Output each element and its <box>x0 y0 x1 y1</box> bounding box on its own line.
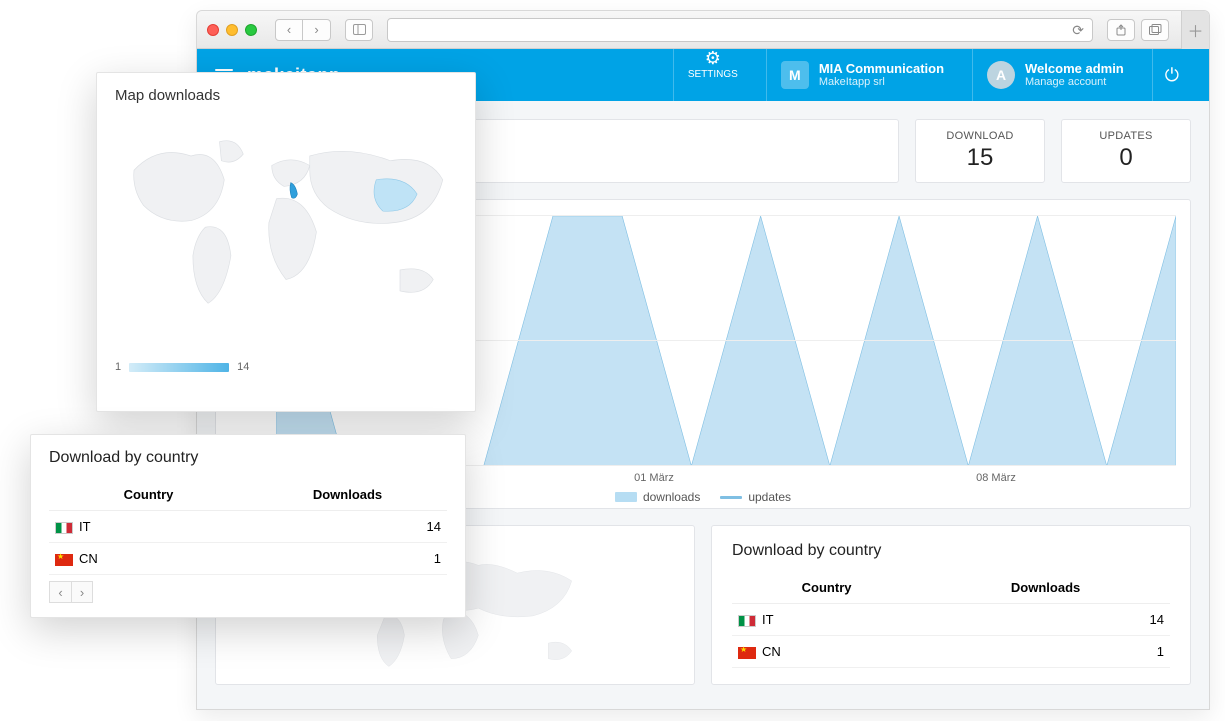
legend-downloads: downloads <box>615 490 700 504</box>
download-by-country-panel: Download by country Country Downloads IT… <box>30 434 466 618</box>
share-button[interactable] <box>1107 19 1135 41</box>
org-subtitle: MakeItapp srl <box>819 76 944 89</box>
country-cell: CN <box>49 543 248 575</box>
settings-button[interactable]: ⚙ SETTINGS <box>673 49 752 101</box>
panel-icon <box>353 24 366 35</box>
scale-min: 1 <box>115 361 121 373</box>
org-switcher[interactable]: M MIA Communication MakeItapp srl <box>766 49 958 101</box>
col-downloads: Downloads <box>248 479 447 511</box>
browser-toolbar: ‹ › ⟳ ＋ <box>197 11 1209 49</box>
country-it[interactable] <box>290 183 297 199</box>
col-downloads: Downloads <box>921 572 1170 604</box>
legend-updates: updates <box>720 490 791 504</box>
table-row: IT14 <box>732 604 1170 636</box>
country-downloads-table: Country Downloads IT14CN1 <box>49 479 447 575</box>
country-cell: CN <box>732 636 921 668</box>
table-row: CN1 <box>49 543 447 575</box>
country-cell: IT <box>49 511 248 543</box>
maximize-window-button[interactable] <box>245 24 257 36</box>
map-scale: 1 14 <box>115 361 457 373</box>
settings-label: SETTINGS <box>688 69 738 80</box>
panel-title: Download by country <box>49 449 447 467</box>
world-map[interactable] <box>115 112 457 352</box>
updates-stat: UPDATES 0 <box>1061 119 1191 183</box>
download-stat-label: DOWNLOAD <box>934 130 1026 142</box>
flag-icon <box>55 522 73 534</box>
flag-icon <box>738 615 756 627</box>
tabs-icon <box>1149 24 1162 35</box>
col-country: Country <box>49 479 248 511</box>
table-row: IT14 <box>49 511 447 543</box>
x-tick-2: 08 März <box>976 472 1016 484</box>
minimize-window-button[interactable] <box>226 24 238 36</box>
downloads-cell: 1 <box>921 636 1170 668</box>
legend-swatch-icon <box>720 496 742 499</box>
download-stat-value: 15 <box>934 144 1026 172</box>
card-title: Download by country <box>732 542 1170 560</box>
address-bar[interactable]: ⟳ <box>387 18 1093 42</box>
account-menu[interactable]: A Welcome admin Manage account <box>972 49 1138 101</box>
downloads-cell: 14 <box>248 511 447 543</box>
scale-max: 14 <box>237 361 249 373</box>
table-pager: ‹ › <box>49 581 447 603</box>
tabs-button[interactable] <box>1141 19 1169 41</box>
downloads-cell: 1 <box>248 543 447 575</box>
org-avatar: M <box>781 61 809 89</box>
forward-button[interactable]: › <box>303 19 331 41</box>
pager-next-button[interactable]: › <box>71 581 93 603</box>
nav-back-forward: ‹ › <box>275 19 331 41</box>
map-downloads-panel: Map downloads 1 14 <box>96 72 476 412</box>
logout-button[interactable]: ⏻ <box>1165 65 1179 86</box>
pager-prev-button[interactable]: ‹ <box>49 581 71 603</box>
country-cell: IT <box>732 604 921 636</box>
scale-bar <box>129 363 229 372</box>
x-tick-1: 01 März <box>634 472 674 484</box>
back-button[interactable]: ‹ <box>275 19 303 41</box>
manage-account-link: Manage account <box>1025 76 1124 89</box>
col-country: Country <box>732 572 921 604</box>
close-window-button[interactable] <box>207 24 219 36</box>
updates-stat-value: 0 <box>1080 144 1172 172</box>
download-by-country-card: Download by country Country Downloads IT… <box>711 525 1191 685</box>
panel-title: Map downloads <box>115 87 457 104</box>
legend-swatch-icon <box>615 492 637 502</box>
window-controls <box>207 24 257 36</box>
table-row: CN1 <box>732 636 1170 668</box>
sidebar-toggle-button[interactable] <box>345 19 373 41</box>
downloads-cell: 14 <box>921 604 1170 636</box>
flag-icon <box>55 554 73 566</box>
user-avatar: A <box>987 61 1015 89</box>
gear-icon: ⚙ <box>705 49 721 67</box>
flag-icon <box>738 647 756 659</box>
org-name: MIA Communication <box>819 61 944 77</box>
share-icon <box>1115 24 1127 36</box>
welcome-text: Welcome admin <box>1025 61 1124 77</box>
country-downloads-table: Country Downloads IT14CN1 <box>732 572 1170 668</box>
download-stat: DOWNLOAD 15 <box>915 119 1045 183</box>
updates-stat-label: UPDATES <box>1080 130 1172 142</box>
reload-icon[interactable]: ⟳ <box>1072 22 1084 39</box>
new-tab-button[interactable]: ＋ <box>1181 11 1209 49</box>
